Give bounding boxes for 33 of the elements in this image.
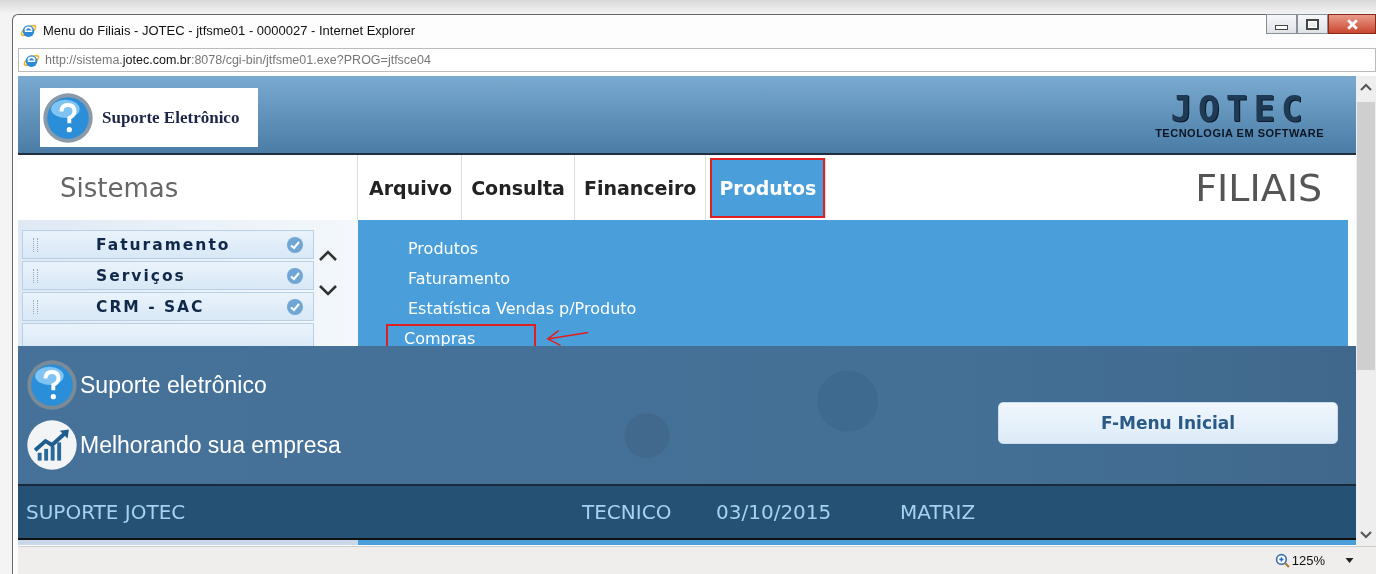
scrollbar[interactable] <box>1356 76 1376 546</box>
sidebar-title: Sistemas <box>60 172 179 203</box>
sidebar-item[interactable]: Faturamento <box>22 230 314 259</box>
zoom-icon[interactable] <box>1274 553 1290 568</box>
close-icon <box>1345 18 1359 30</box>
scroll-up-icon[interactable] <box>1359 82 1373 92</box>
user-role: TECNICO <box>582 500 673 524</box>
support-link[interactable]: Suporte eletrônico <box>80 371 267 399</box>
minimize-button[interactable] <box>1266 14 1297 34</box>
growth-chart-icon[interactable] <box>26 419 78 471</box>
scroll-up-icon[interactable] <box>318 250 338 262</box>
caret-icon[interactable] <box>1345 558 1354 563</box>
url-text: http://sistema.jotec.com.br:8078/cgi-bin/jtfsme01.exe?PROG=jtfsce04 <box>45 53 431 67</box>
sidebar-item[interactable]: Serviços <box>22 261 314 290</box>
scroll-down-icon[interactable] <box>1359 530 1373 540</box>
address-bar[interactable]: http://sistema.jotec.com.br:8078/cgi-bin/jtfsme01.exe?PROG=jtfsce04 <box>18 48 1376 72</box>
main-menu-button[interactable]: F-Menu Inicial <box>998 401 1338 444</box>
close-button[interactable] <box>1328 14 1376 34</box>
scroll-down-icon[interactable] <box>318 284 338 296</box>
user-name: SUPORTE JOTEC <box>26 500 187 524</box>
zoom-level: 125% <box>1291 553 1325 568</box>
support-link[interactable]: Melhorando sua empresa <box>80 431 341 459</box>
maximize-button[interactable] <box>1297 14 1328 34</box>
brand-logo: JOTEC <box>1170 90 1309 127</box>
branch-name: MATRIZ <box>900 500 976 524</box>
brand-tagline: TECNOLOGIA EM SOFTWARE <box>1155 126 1324 139</box>
logo-text: Suporte Eletrônico <box>102 107 240 128</box>
window-title: Menu do Filiais - JOTEC - jtfsme01 - 0000027 - Internet Explorer <box>43 22 417 38</box>
module-title: FILIAIS <box>1195 165 1322 210</box>
sidebar-item[interactable]: CRM - SAC <box>22 292 314 321</box>
annotation-arrow <box>544 328 591 348</box>
help-icon[interactable] <box>26 359 78 411</box>
date-text: 03/10/2015 <box>716 500 833 524</box>
